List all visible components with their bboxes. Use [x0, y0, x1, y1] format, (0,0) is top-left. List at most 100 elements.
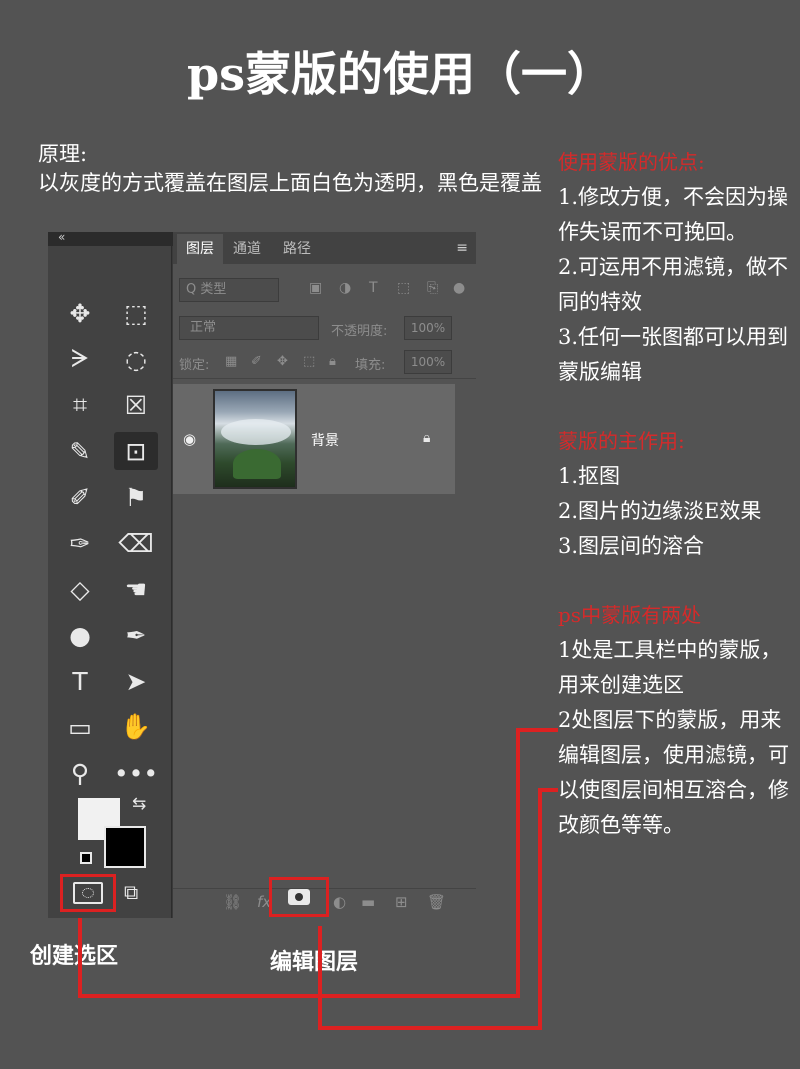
smart-object-filter-icon[interactable]: ⎘: [427, 280, 438, 296]
delete-layer-icon[interactable]: 🗑︎: [427, 893, 446, 911]
layer-filter-row: Q 类型 ▣ ◑ T ⬚ ⎘ ●: [179, 278, 469, 304]
brush-tool-icon[interactable]: ✐: [58, 478, 102, 516]
zoom-tool-icon[interactable]: ⚲: [58, 754, 102, 792]
background-color-swatch[interactable]: [104, 826, 146, 868]
smudge-tool-icon[interactable]: ☚: [114, 570, 158, 608]
hand-tool-icon[interactable]: ✋: [114, 708, 158, 746]
photoshop-panel: « ✥ ⬚ ᗒ ◌ ⌗ ☒ ✎ ⊡ ✐ ⚑ ✑ ⌫ ◇ ☚ ● ✒ T ➤ ▭ …: [48, 232, 476, 918]
lock-row: 锁定: ▦ ✐ ✥ ⬚ 🔒︎ 填充: 100%: [179, 350, 469, 376]
create-selection-label: 创建选区: [30, 938, 118, 970]
callout-line: [516, 728, 558, 732]
quick-select-tool-icon[interactable]: ◌: [114, 340, 158, 378]
main-use-item: 1.抠图: [558, 459, 790, 494]
advantage-item: 1.修改方便，不会因为操作失误而不可挽回。: [558, 180, 790, 250]
shape-filter-icon[interactable]: ⬚: [397, 280, 410, 296]
layer-name[interactable]: 背景: [311, 430, 339, 450]
path-select-icon[interactable]: ➤: [114, 662, 158, 700]
page-title: ps蒙版的使用（一）: [0, 38, 800, 104]
layer-filter-select[interactable]: Q 类型: [179, 278, 279, 302]
layers-bottom-bar: ⛓ fx ◐ ▬ ⊞ 🗑︎: [173, 888, 476, 918]
eraser-tool-icon[interactable]: ⌫: [114, 524, 158, 562]
quick-mask-icon: [73, 882, 103, 904]
filter-toggle-icon[interactable]: ●: [453, 280, 465, 296]
lock-image-icon[interactable]: ✐: [251, 354, 262, 369]
advantage-item: 2.可运用不用滤镜，做不同的特效: [558, 250, 790, 320]
layer-lock-icon[interactable]: 🔒︎: [423, 430, 430, 446]
callout-line: [538, 788, 558, 792]
layer-mask-icon: [288, 889, 310, 905]
principle-heading: 原理:: [38, 140, 558, 169]
eyedropper-tool-icon[interactable]: ✎: [58, 432, 102, 470]
panel-tabs: 图层 通道 路径 ≡: [173, 232, 476, 264]
new-group-icon[interactable]: ▬: [361, 893, 375, 911]
two-places-section: ps中蒙版有两处 1处是工具栏中的蒙版，用来创建选区 2处图层下的蒙版，用来编辑…: [558, 598, 790, 843]
lock-all-icon[interactable]: 🔒︎: [329, 354, 336, 369]
advantages-heading: 使用蒙版的优点:: [558, 145, 790, 180]
advantage-item: 3.任何一张图都可以用到蒙版编辑: [558, 320, 790, 390]
main-use-item: 2.图片的边缘淡E效果: [558, 494, 790, 529]
lock-label: 锁定:: [179, 354, 209, 373]
callout-line: [78, 994, 520, 998]
pixel-filter-icon[interactable]: ▣: [309, 280, 322, 296]
lock-artboard-icon[interactable]: ⬚: [303, 354, 315, 369]
adjustment-filter-icon[interactable]: ◑: [339, 280, 351, 296]
edit-layer-label: 编辑图层: [270, 944, 358, 976]
main-use-item: 3.图层间的溶合: [558, 529, 790, 564]
fill-label: 填充:: [355, 354, 385, 373]
lasso-tool-icon[interactable]: ᗒ: [58, 340, 102, 378]
new-layer-icon[interactable]: ⊞: [395, 893, 408, 911]
collapse-icon[interactable]: «: [58, 230, 65, 244]
type-tool-icon[interactable]: T: [58, 662, 102, 700]
default-colors-icon[interactable]: [80, 852, 92, 864]
layers-panel: 图层 通道 路径 ≡ Q 类型 ▣ ◑ T ⬚ ⎘ ● 正常 不透明度: 100…: [173, 232, 476, 918]
tab-layers[interactable]: 图层: [177, 234, 223, 264]
blend-row: 正常 不透明度: 100%: [179, 316, 469, 342]
dodge-tool-icon[interactable]: ●: [58, 616, 102, 654]
notes-column: 使用蒙版的优点: 1.修改方便，不会因为操作失误而不可挽回。 2.可运用不用滤镜…: [558, 145, 790, 877]
screen-mode-icon[interactable]: ⧉: [124, 880, 138, 904]
opacity-field[interactable]: 100%: [404, 316, 452, 340]
crop-tool-icon[interactable]: ⌗: [58, 386, 102, 424]
layer-thumbnail: [213, 389, 297, 489]
swap-colors-icon[interactable]: ⇆: [132, 794, 146, 814]
history-brush-icon[interactable]: ✑: [58, 524, 102, 562]
quick-mask-button[interactable]: [60, 874, 116, 912]
callout-line: [516, 728, 520, 998]
callout-line: [538, 788, 542, 1030]
main-uses-heading: 蒙版的主作用:: [558, 424, 790, 459]
stamp-tool-icon[interactable]: ⚑: [114, 478, 158, 516]
move-tool-icon[interactable]: ✥: [58, 294, 102, 332]
visibility-eye-icon[interactable]: ◉: [183, 430, 196, 448]
tab-paths[interactable]: 路径: [283, 238, 311, 258]
lock-position-icon[interactable]: ✥: [277, 354, 288, 369]
callout-line: [318, 926, 322, 1030]
callout-line: [78, 918, 82, 998]
principle-text: 原理: 以灰度的方式覆盖在图层上面白色为透明，黑色是覆盖: [38, 140, 558, 198]
rectangle-tool-icon[interactable]: ▭: [58, 708, 102, 746]
two-places-heading: ps中蒙版有两处: [558, 598, 790, 633]
frame-tool-icon[interactable]: ☒: [114, 386, 158, 424]
main-uses-section: 蒙版的主作用: 1.抠图 2.图片的边缘淡E效果 3.图层间的溶合: [558, 424, 790, 564]
advantages-section: 使用蒙版的优点: 1.修改方便，不会因为操作失误而不可挽回。 2.可运用不用滤镜…: [558, 145, 790, 390]
divider: [173, 378, 476, 379]
fill-field[interactable]: 100%: [404, 350, 452, 374]
marquee-tool-icon[interactable]: ⬚: [114, 294, 158, 332]
callout-line: [318, 1026, 542, 1030]
blend-mode-select[interactable]: 正常: [179, 316, 319, 340]
adjustment-layer-icon[interactable]: ◐: [333, 893, 346, 911]
panel-menu-icon[interactable]: ≡: [456, 240, 468, 256]
patch-tool-icon[interactable]: ⊡: [114, 432, 158, 470]
two-places-item: 1处是工具栏中的蒙版，用来创建选区: [558, 633, 790, 703]
tab-channels[interactable]: 通道: [233, 238, 261, 258]
more-tools-icon[interactable]: •••: [114, 754, 158, 792]
paint-bucket-icon[interactable]: ◇: [58, 570, 102, 608]
type-filter-icon[interactable]: T: [369, 280, 378, 296]
toolbar: ✥ ⬚ ᗒ ◌ ⌗ ☒ ✎ ⊡ ✐ ⚑ ✑ ⌫ ◇ ☚ ● ✒ T ➤ ▭ ✋ …: [48, 246, 172, 918]
opacity-label: 不透明度:: [331, 320, 387, 339]
layer-row[interactable]: ◉ 背景 🔒︎: [173, 384, 455, 494]
principle-body: 以灰度的方式覆盖在图层上面白色为透明，黑色是覆盖: [38, 169, 558, 198]
add-layer-mask-button[interactable]: [269, 877, 329, 917]
link-layers-icon[interactable]: ⛓: [223, 893, 242, 911]
lock-transparent-icon[interactable]: ▦: [225, 354, 237, 369]
pen-tool-icon[interactable]: ✒: [114, 616, 158, 654]
